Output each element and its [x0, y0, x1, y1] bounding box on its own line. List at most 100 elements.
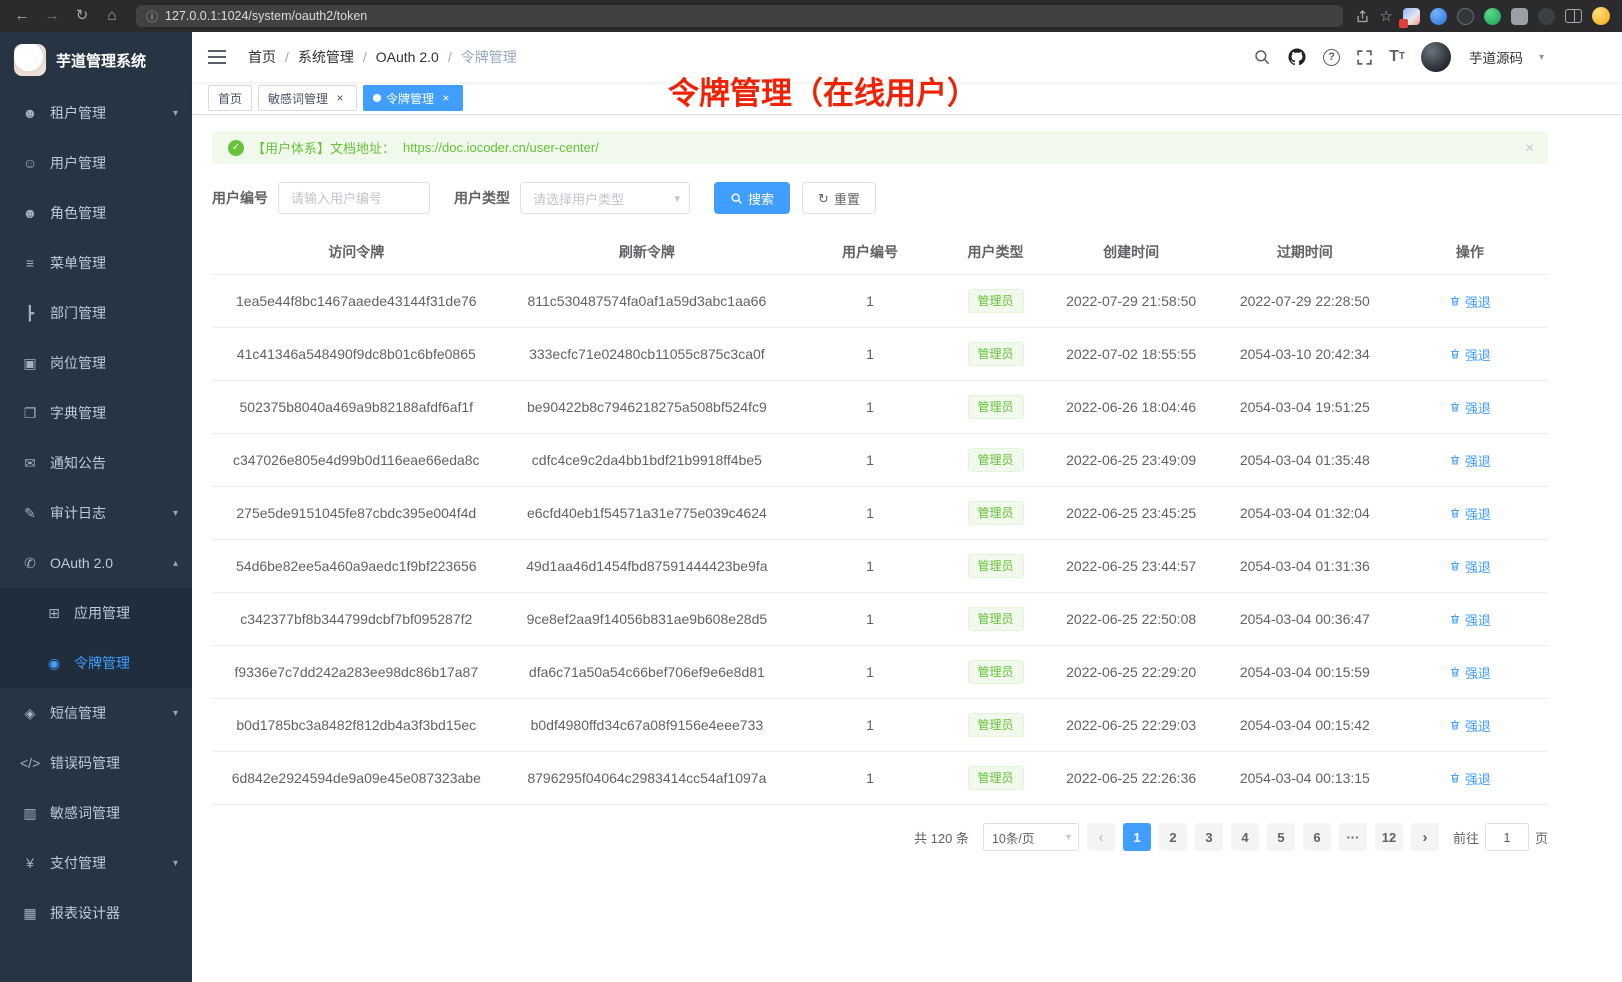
page-button-12[interactable]: 12 — [1375, 823, 1403, 851]
extension-dark-icon[interactable] — [1457, 8, 1474, 25]
sidebar-item-report-designer[interactable]: ▦ 报表设计器 — [0, 888, 192, 938]
site-info-icon[interactable]: ⓘ — [146, 8, 158, 25]
sidebar-item-user[interactable]: ☺ 用户管理 — [0, 138, 192, 188]
force-logout-button[interactable]: 强退 — [1449, 769, 1491, 788]
sidebar-item-audit-log[interactable]: ✎ 审计日志 ▾ — [0, 488, 192, 538]
user-id-cell: 1 — [793, 540, 947, 593]
sidebar-item-role[interactable]: ☻ 角色管理 — [0, 188, 192, 238]
search-icon[interactable] — [1253, 48, 1271, 66]
bookmark-star-icon[interactable]: ☆ — [1380, 7, 1393, 25]
browser-profile-avatar[interactable] — [1592, 7, 1610, 25]
user-name[interactable]: 芋道源码 — [1469, 47, 1523, 67]
chevron-down-icon: ▾ — [173, 108, 178, 119]
expires-cell: 2054-03-04 01:32:04 — [1218, 487, 1392, 540]
trash-icon — [1449, 401, 1461, 413]
font-size-icon[interactable]: TT — [1389, 49, 1405, 65]
yen-icon: ¥ — [20, 855, 40, 871]
user-id-cell: 1 — [793, 646, 947, 699]
user-id-input[interactable] — [278, 182, 430, 214]
sidebar-item-payment[interactable]: ¥ 支付管理 ▾ — [0, 838, 192, 888]
sidebar-collapse-icon[interactable] — [208, 50, 226, 64]
search-icon — [730, 192, 743, 205]
sidebar-item-oauth[interactable]: ✆ OAuth 2.0 ▴ — [0, 538, 192, 588]
browser-url-bar[interactable]: ⓘ 127.0.0.1:1024/system/oauth2/token — [136, 5, 1343, 27]
created-cell: 2022-06-25 23:49:09 — [1044, 434, 1218, 487]
table-row: 1ea5e44f8bc1467aaede43144f31de76 811c530… — [212, 275, 1548, 328]
next-page-button[interactable]: › — [1411, 823, 1439, 851]
page-ellipsis-button[interactable]: ··· — [1339, 823, 1367, 851]
page-button-4[interactable]: 4 — [1231, 823, 1259, 851]
force-logout-button[interactable]: 强退 — [1449, 557, 1491, 576]
goto-page-input[interactable] — [1485, 823, 1529, 851]
page-button-6[interactable]: 6 — [1303, 823, 1331, 851]
success-check-icon: ✓ — [228, 140, 244, 156]
force-logout-button[interactable]: 强退 — [1449, 610, 1491, 629]
user-type-select[interactable]: 请选择用户类型 ▾ — [520, 182, 690, 214]
breadcrumb: 首页 系统管理 OAuth 2.0 令牌管理 — [248, 47, 517, 67]
sidebar-item-tenant[interactable]: ☻ 租户管理 ▾ — [0, 88, 192, 138]
user-avatar[interactable] — [1421, 42, 1451, 72]
sidebar-item-notice[interactable]: ✉ 通知公告 — [0, 438, 192, 488]
extension-green-icon[interactable] — [1484, 8, 1501, 25]
extension-ghost-icon[interactable] — [1538, 8, 1555, 25]
logo-bar[interactable]: 芋道管理系统 — [0, 32, 192, 88]
user-type-cell: 管理员 — [947, 540, 1045, 593]
page-button-1[interactable]: 1 — [1123, 823, 1151, 851]
sidebar-item-oauth-app[interactable]: ⊞ 应用管理 — [0, 588, 192, 638]
tab-home[interactable]: 首页 — [208, 85, 252, 111]
created-cell: 2022-06-25 22:26:36 — [1044, 752, 1218, 805]
user-icon: ☺ — [20, 155, 40, 171]
force-logout-button[interactable]: 强退 — [1449, 398, 1491, 417]
force-logout-button[interactable]: 强退 — [1449, 716, 1491, 735]
browser-forward-icon[interactable]: → — [40, 4, 64, 28]
tab-token[interactable]: 令牌管理 × — [363, 85, 463, 111]
sidebar-item-dept[interactable]: ┣ 部门管理 — [0, 288, 192, 338]
sidebar-item-post[interactable]: ▣ 岗位管理 — [0, 338, 192, 388]
share-icon[interactable] — [1355, 9, 1370, 24]
page-button-3[interactable]: 3 — [1195, 823, 1223, 851]
force-logout-button[interactable]: 强退 — [1449, 451, 1491, 470]
access-token-cell: f9336e7c7dd242a283ee98dc86b17a87 — [212, 646, 501, 699]
extensions-puzzle-icon[interactable] — [1511, 8, 1528, 25]
sidebar-item-oauth-token[interactable]: ◉ 令牌管理 — [0, 638, 192, 688]
browser-home-icon[interactable]: ⌂ — [100, 4, 124, 28]
reset-button[interactable]: ↻ 重置 — [802, 182, 876, 214]
breadcrumb-home[interactable]: 首页 — [248, 47, 298, 67]
close-icon[interactable]: × — [333, 91, 347, 105]
user-id-cell: 1 — [793, 487, 947, 540]
split-screen-icon[interactable] — [1565, 9, 1582, 23]
extension-badge-icon[interactable] — [1403, 8, 1420, 25]
sidebar-item-sms[interactable]: ◈ 短信管理 ▾ — [0, 688, 192, 738]
breadcrumb-oauth[interactable]: OAuth 2.0 — [376, 49, 461, 65]
help-icon[interactable]: ? — [1323, 49, 1340, 66]
created-cell: 2022-06-25 23:44:57 — [1044, 540, 1218, 593]
browser-back-icon[interactable]: ← — [10, 4, 34, 28]
fullscreen-icon[interactable] — [1356, 49, 1373, 66]
refresh-token-cell: be90422b8c7946218275a508bf524fc9 — [501, 381, 794, 434]
doc-link[interactable]: https://doc.iocoder.cn/user-center/ — [403, 140, 599, 155]
sidebar-item-menu[interactable]: ≡ 菜单管理 — [0, 238, 192, 288]
search-button[interactable]: 搜索 — [714, 182, 790, 214]
breadcrumb-system[interactable]: 系统管理 — [298, 47, 376, 67]
browser-reload-icon[interactable]: ↻ — [70, 4, 94, 28]
sidebar-item-error-code[interactable]: </> 错误码管理 — [0, 738, 192, 788]
sidebar-item-dict[interactable]: ❐ 字典管理 — [0, 388, 192, 438]
force-logout-button[interactable]: 强退 — [1449, 292, 1491, 311]
refresh-token-cell: 9ce8ef2aa9f14056b831ae9b608e28d5 — [501, 593, 794, 646]
tab-sensitive-words[interactable]: 敏感词管理 × — [258, 85, 357, 111]
page-size-select[interactable]: 10条/页 ▾ — [983, 823, 1079, 851]
table-row: 41c41346a548490f9dc8b01c6bfe0865 333ecfc… — [212, 328, 1548, 381]
force-logout-button[interactable]: 强退 — [1449, 504, 1491, 523]
close-icon[interactable]: × — [439, 91, 453, 105]
trash-icon — [1449, 295, 1461, 307]
prev-page-button[interactable]: ‹ — [1087, 823, 1115, 851]
col-access-token: 访问令牌 — [212, 230, 501, 275]
alert-close-icon[interactable]: × — [1525, 139, 1534, 156]
page-button-5[interactable]: 5 — [1267, 823, 1295, 851]
sidebar-item-sensitive-words[interactable]: ▥ 敏感词管理 — [0, 788, 192, 838]
extension-blue-icon[interactable] — [1430, 8, 1447, 25]
force-logout-button[interactable]: 强退 — [1449, 345, 1491, 364]
force-logout-button[interactable]: 强退 — [1449, 663, 1491, 682]
page-button-2[interactable]: 2 — [1159, 823, 1187, 851]
github-icon[interactable] — [1287, 47, 1307, 67]
